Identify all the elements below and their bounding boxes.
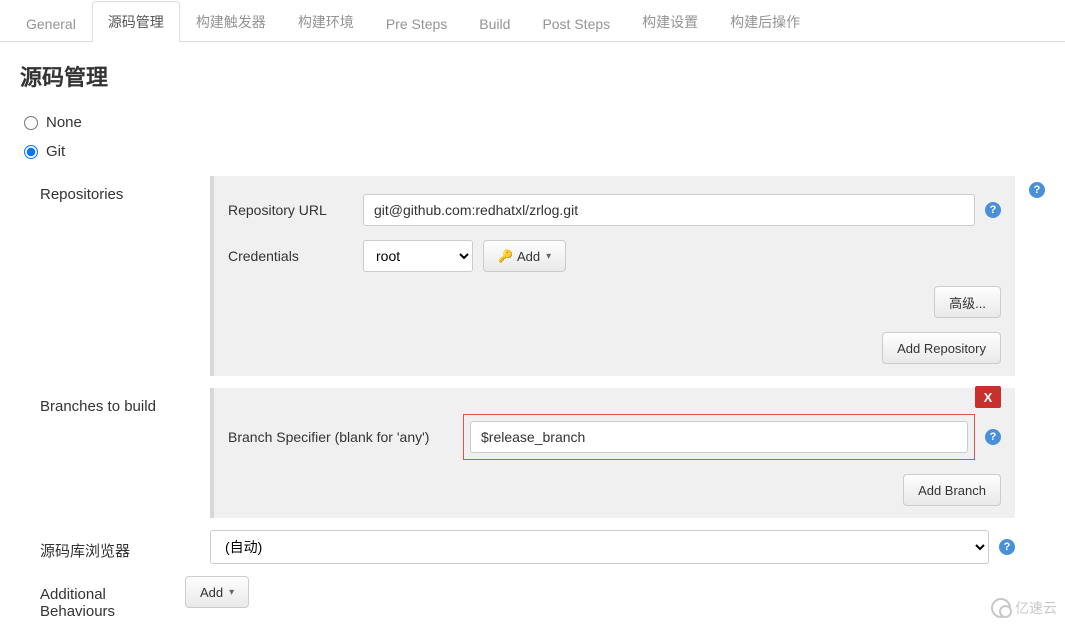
repo-url-input[interactable] xyxy=(363,194,975,226)
row-repositories: Repositories ? Repository URL ? Credenti… xyxy=(0,176,1065,376)
tab-pre-steps[interactable]: Pre Steps xyxy=(370,5,463,42)
tab-build[interactable]: Build xyxy=(463,5,526,42)
row-branches: Branches to build X Branch Specifier (bl… xyxy=(0,388,1065,518)
repositories-label: Repositories xyxy=(0,176,210,203)
credentials-label: Credentials xyxy=(228,248,363,264)
tab-build-env[interactable]: 构建环境 xyxy=(282,1,370,42)
help-icon[interactable]: ? xyxy=(1029,182,1045,198)
scm-option-git[interactable]: Git xyxy=(24,137,1041,166)
scm-option-none[interactable]: None xyxy=(24,108,1041,137)
tab-post-build[interactable]: 构建后操作 xyxy=(714,1,816,42)
tab-scm[interactable]: 源码管理 xyxy=(92,1,180,42)
scm-radio-group: None Git xyxy=(0,104,1065,176)
repo-url-row: Repository URL ? xyxy=(228,194,1001,226)
delete-branch-button[interactable]: X xyxy=(975,386,1001,408)
chevron-down-icon: ▾ xyxy=(546,251,551,262)
repo-browser-select[interactable]: (自动) xyxy=(210,530,989,564)
watermark-text: 亿速云 xyxy=(1015,598,1057,618)
row-additional-behaviours: Additional Behaviours Add ▾ xyxy=(0,576,1065,620)
row-repo-browser: 源码库浏览器 (自动) ? xyxy=(0,530,1065,564)
key-icon: 🔑 xyxy=(498,249,513,263)
credentials-select[interactable]: root xyxy=(363,240,473,272)
watermark: 亿速云 xyxy=(991,598,1057,618)
additional-behaviours-label: Additional Behaviours xyxy=(0,576,185,620)
watermark-icon xyxy=(991,598,1011,618)
branches-label: Branches to build xyxy=(0,388,210,415)
repo-url-label: Repository URL xyxy=(228,202,363,218)
add-behaviour-button[interactable]: Add ▾ xyxy=(185,576,249,608)
tab-triggers[interactable]: 构建触发器 xyxy=(180,1,282,42)
branch-specifier-input[interactable] xyxy=(470,421,968,453)
tab-post-steps[interactable]: Post Steps xyxy=(526,5,626,42)
tab-build-settings[interactable]: 构建设置 xyxy=(626,1,714,42)
scm-radio-git[interactable] xyxy=(24,145,38,159)
add-credentials-label: Add xyxy=(517,249,540,264)
help-icon[interactable]: ? xyxy=(985,202,1001,218)
config-tabs: General 源码管理 构建触发器 构建环境 Pre Steps Build … xyxy=(0,0,1065,42)
branches-panel: X Branch Specifier (blank for 'any') ? A… xyxy=(210,388,1015,518)
branch-specifier-highlight xyxy=(463,414,975,460)
add-behaviour-label: Add xyxy=(200,585,223,600)
branch-spec-row: Branch Specifier (blank for 'any') ? xyxy=(228,414,1001,460)
add-credentials-button[interactable]: 🔑 Add ▾ xyxy=(483,240,566,272)
help-icon[interactable]: ? xyxy=(999,539,1015,555)
advanced-button[interactable]: 高级... xyxy=(934,286,1001,318)
add-repository-button[interactable]: Add Repository xyxy=(882,332,1001,364)
branch-specifier-label: Branch Specifier (blank for 'any') xyxy=(228,429,463,445)
scm-option-label: None xyxy=(46,114,82,131)
chevron-down-icon: ▾ xyxy=(229,587,234,598)
scm-option-label: Git xyxy=(46,143,65,160)
repo-browser-label: 源码库浏览器 xyxy=(0,530,210,561)
repositories-panel: Repository URL ? Credentials root 🔑 Add … xyxy=(210,176,1015,376)
tab-general[interactable]: General xyxy=(10,5,92,42)
scm-radio-none[interactable] xyxy=(24,116,38,130)
help-icon[interactable]: ? xyxy=(985,429,1001,445)
section-title-scm: 源码管理 xyxy=(0,42,1065,104)
credentials-row: Credentials root 🔑 Add ▾ xyxy=(228,240,1001,272)
add-branch-button[interactable]: Add Branch xyxy=(903,474,1001,506)
